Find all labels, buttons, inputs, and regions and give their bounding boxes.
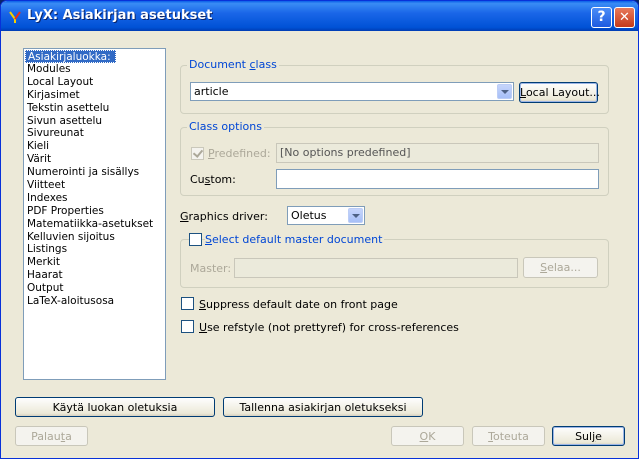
settings-category-item[interactable]: Kelluvien sijoitus xyxy=(25,231,164,244)
save-as-defaults-button[interactable]: Tallenna asiakirjan oletukseksi xyxy=(223,397,423,417)
lyx-app-icon xyxy=(9,11,21,23)
custom-options-input[interactable] xyxy=(276,169,599,189)
settings-category-label: Indexes xyxy=(27,191,68,204)
predefined-checkbox[interactable] xyxy=(191,147,204,160)
chevron-down-icon[interactable] xyxy=(497,84,512,99)
apply-button[interactable]: Toteuta xyxy=(472,426,545,446)
settings-category-list[interactable]: Asiakirjaluokka: Modules Local Layout Kirja… xyxy=(23,48,166,380)
settings-category-item[interactable]: LaTeX-aloitusosa xyxy=(25,295,164,308)
predefined-options-field: [No options predefined] xyxy=(276,143,599,163)
close-icon[interactable]: ✕ xyxy=(614,7,635,28)
predefined-label: Predefined: xyxy=(208,147,271,160)
use-class-defaults-button[interactable]: Käytä luokan oletuksia xyxy=(15,397,215,417)
restore-button[interactable]: Palauta xyxy=(15,426,88,446)
settings-category-label: LaTeX-aloitusosa xyxy=(27,295,115,308)
local-layout-button[interactable]: Local Layout... xyxy=(519,82,600,103)
settings-category-label: Merkit xyxy=(27,256,60,269)
select-master-label[interactable]: Select default master document xyxy=(205,233,385,246)
graphics-driver-select[interactable]: Oletus xyxy=(287,206,365,225)
settings-category-item[interactable]: Sivun asettelu xyxy=(25,115,164,128)
suppress-date-label[interactable]: Suppress default date on front page xyxy=(199,298,398,311)
settings-category-label: Local Layout xyxy=(27,75,94,88)
settings-category-item[interactable]: Värit xyxy=(25,153,164,166)
graphics-driver-label: Graphics driver: xyxy=(180,210,268,223)
graphics-driver-value: Oletus xyxy=(291,209,327,222)
settings-category-item[interactable]: Output xyxy=(25,282,164,295)
settings-category-label: Sivureunat xyxy=(27,127,84,140)
chevron-down-icon[interactable] xyxy=(348,208,363,223)
settings-category-item[interactable]: Kirjasimet xyxy=(25,89,164,102)
settings-category-label: Kelluvien sijoitus xyxy=(27,230,115,243)
settings-category-item[interactable]: Kieli xyxy=(25,140,164,153)
settings-category-label: PDF Properties xyxy=(27,204,104,217)
refstyle-checkbox[interactable] xyxy=(181,320,194,333)
settings-category-label: Numerointi ja sisällys xyxy=(27,166,140,179)
settings-category-label: Haarat xyxy=(27,269,63,282)
settings-category-label: Kieli xyxy=(27,140,50,153)
settings-category-item[interactable]: Viitteet xyxy=(25,179,164,192)
settings-category-label: Asiakirjaluokka: xyxy=(25,50,116,63)
settings-category-label: Kirjasimet xyxy=(27,88,80,101)
title-bar[interactable]: LyX: Asiakirjan asetukset ? ✕ xyxy=(1,1,638,31)
settings-category-item[interactable]: Merkit xyxy=(25,256,164,269)
select-master-checkbox[interactable] xyxy=(189,233,202,246)
browse-button[interactable]: Selaa... xyxy=(523,257,598,278)
document-class-group-title: Document class xyxy=(187,58,279,71)
settings-category-label: Modules xyxy=(27,63,71,75)
settings-category-label: Tekstin asettelu xyxy=(27,101,110,114)
settings-category-item[interactable]: Local Layout xyxy=(25,76,164,89)
master-label: Master: xyxy=(190,262,232,275)
class-options-group-title: Class options xyxy=(187,120,264,133)
document-class-select[interactable]: article xyxy=(190,82,514,101)
settings-category-item[interactable]: Indexes xyxy=(25,192,164,205)
settings-category-label: Värit xyxy=(27,153,52,166)
settings-category-item[interactable]: Listings xyxy=(25,243,164,256)
settings-category-item[interactable]: Haarat xyxy=(25,269,164,282)
document-class-value: article xyxy=(194,85,229,98)
close-button[interactable]: Sulje xyxy=(552,426,625,446)
settings-category-item[interactable]: Modules xyxy=(25,63,164,76)
ok-button[interactable]: OK xyxy=(391,426,464,446)
settings-category-label: Listings xyxy=(27,243,68,256)
settings-category-item[interactable]: Sivureunat xyxy=(25,127,164,140)
custom-label: Custom: xyxy=(190,173,236,186)
settings-category-label: Sivun asettelu xyxy=(27,114,103,127)
document-settings-dialog: LyX: Asiakirjan asetukset ? ✕ Asiakirjal… xyxy=(0,0,639,459)
help-icon[interactable]: ? xyxy=(591,7,612,28)
refstyle-label[interactable]: Use refstyle (not prettyref) for cross-r… xyxy=(199,321,459,334)
window-title: LyX: Asiakirjan asetukset xyxy=(27,8,213,23)
settings-category-label: Matematiikka-asetukset xyxy=(27,217,154,230)
settings-category-item[interactable]: Matematiikka-asetukset xyxy=(25,218,164,231)
settings-category-item[interactable]: Asiakirjaluokka: xyxy=(25,50,164,63)
suppress-date-checkbox[interactable] xyxy=(181,297,194,310)
settings-category-item[interactable]: Tekstin asettelu xyxy=(25,102,164,115)
settings-category-label: Viitteet xyxy=(27,179,66,192)
settings-category-item[interactable]: PDF Properties xyxy=(25,205,164,218)
master-input xyxy=(234,258,518,278)
settings-category-item[interactable]: Numerointi ja sisällys xyxy=(25,166,164,179)
settings-category-label: Output xyxy=(27,282,64,295)
